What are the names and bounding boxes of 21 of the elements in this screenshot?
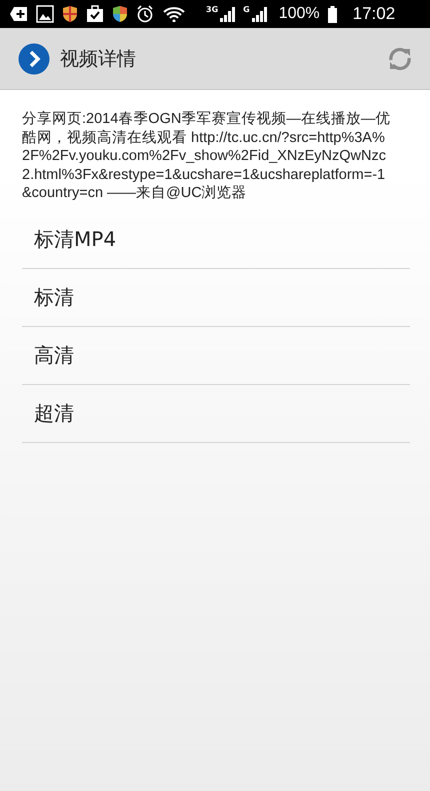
network-label: 3G [206,5,218,14]
battery-level: 100% [278,5,320,23]
network-label: G [243,5,250,14]
share-text: 分享网页:2014春季OGN季军赛宣传视频—在线播放—优酷网，视频高清在线观看 http://tc.uc.cn/?src=http%3A%2F%2Fv.youku.com%2Fv_show%2Fid_XNzEyNzQwNzc2.html%3Fx&restype=1&ucshare=1&ucshareplatform=-1&country=cn ——来自@UC浏览器 [22,110,392,202]
add-icon [10,6,28,22]
signal-icon [219,6,236,22]
page-title: 视频详情 [60,46,136,72]
quality-option[interactable]: 标清MP4 [22,210,410,268]
wifi-icon [162,6,186,22]
checklist-icon [86,5,104,23]
quality-option[interactable]: 高清 [22,326,410,384]
shield-icon [62,5,78,23]
signal-icon [250,6,267,22]
alarm-icon [136,5,154,23]
battery-icon [328,6,337,22]
shield-icon [112,5,128,23]
quality-option[interactable]: 标清 [22,268,410,326]
clock: 17:02 [352,4,396,24]
quality-option[interactable]: 超清 [22,384,410,442]
image-icon [36,5,54,23]
chevron-icon[interactable] [18,42,50,74]
